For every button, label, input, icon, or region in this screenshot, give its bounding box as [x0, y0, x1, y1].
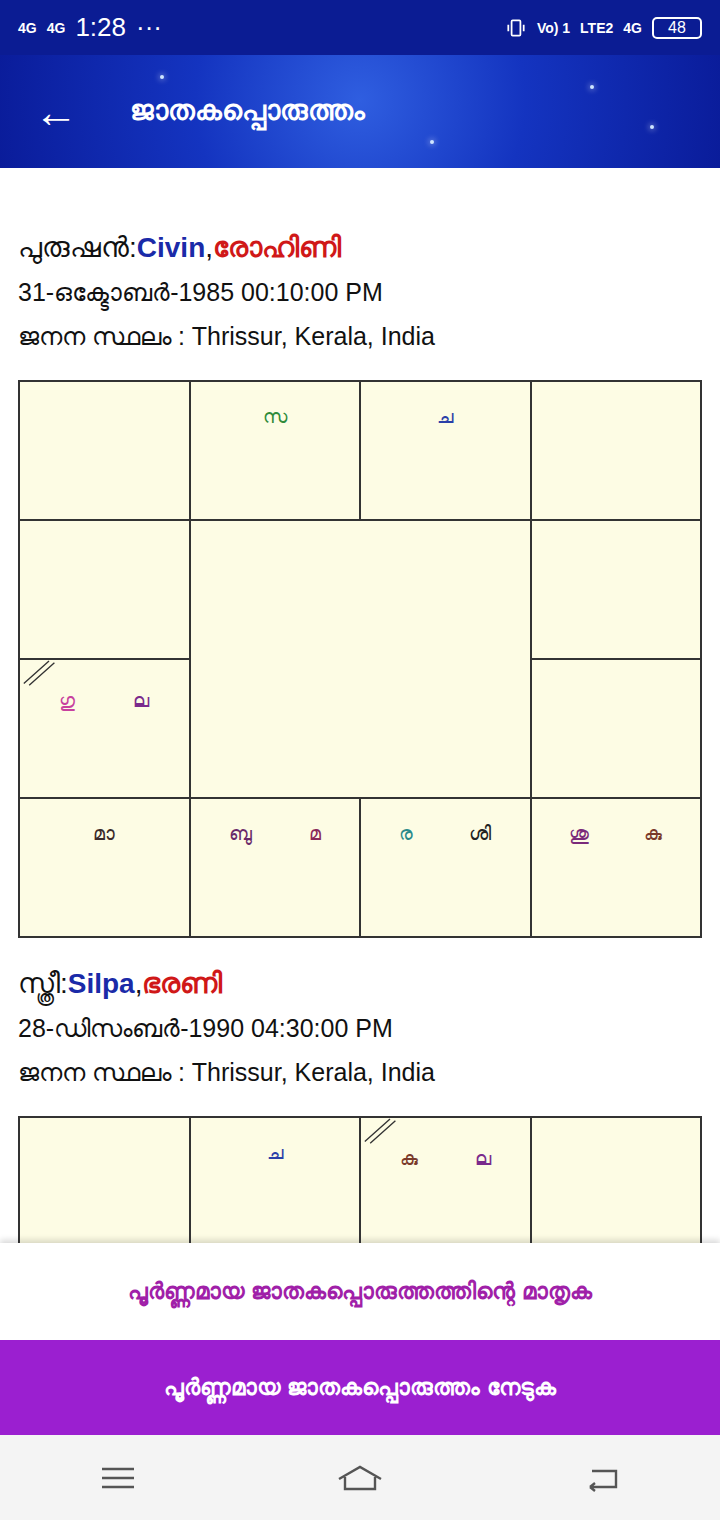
planet-label: ര — [399, 823, 413, 845]
planet-label: ല — [475, 1148, 491, 1170]
chart-house — [19, 1117, 190, 1243]
chart-house — [531, 659, 702, 798]
birth-datetime: 31-ഒക്ടോബർ-1985 00:10:00 PM — [18, 270, 702, 314]
planet-label: ച — [267, 1142, 283, 1164]
lagna-mark-icon — [363, 1118, 399, 1145]
planet-label: സ — [263, 406, 287, 428]
navigation-bar — [0, 1435, 720, 1520]
back-button[interactable]: ← — [30, 87, 82, 137]
chart-house: സ — [190, 381, 361, 520]
chart-house: ര ശി — [360, 798, 531, 937]
network-indicator: 4G — [623, 20, 642, 36]
planet-label: ഗു — [59, 690, 75, 712]
planet-label: കു — [644, 823, 662, 845]
bottom-sheet: പൂർണ്ണമായ ജാതകപ്പൊരുത്തത്തിന്റെ മാതൃക പൂ… — [0, 1243, 720, 1435]
screen: 4G 4G 1:28 ··· Vo) 1 LTE2 4G 48 ← ജാതകപ്പൊര… — [0, 0, 720, 1520]
signal-indicator: 4G — [18, 20, 37, 36]
chart-house — [531, 520, 702, 659]
chart-house: ശു കു — [531, 798, 702, 937]
back-icon[interactable] — [582, 1463, 622, 1493]
app-header: ← ജാതകപ്പൊരുത്തം — [0, 55, 720, 168]
chart-house: ബു മ — [190, 798, 361, 937]
content-area[interactable]: പുരുഷൻ:Civin,രോഹിണി 31-ഒക്ടോബർ-1985 00:1… — [0, 168, 720, 1243]
profile-section: പുരുഷൻ:Civin,രോഹിണി 31-ഒക്ടോബർ-1985 00:1… — [18, 168, 702, 938]
more-indicator: ··· — [136, 12, 162, 43]
lagna-mark-icon — [22, 660, 58, 687]
profile-section: സ്ത്രീ:Silpa,ഭരണി 28-ഡിസംബർ-1990 04:30:0… — [18, 938, 702, 1243]
vibrate-icon — [505, 17, 527, 39]
birth-place: ജനന സ്ഥലം : Thrissur, Kerala, India — [18, 314, 702, 358]
person-line: സ്ത്രീ:Silpa,ഭരണി — [18, 962, 702, 1006]
planet-label: ബു — [229, 823, 252, 845]
chart-house — [19, 520, 190, 659]
page-title: ജാതകപ്പൊരുത്തം — [130, 95, 365, 128]
chart-house: ച — [360, 381, 531, 520]
chart-house — [19, 381, 190, 520]
planet-label: ശി — [469, 823, 491, 845]
planet-label: മ — [309, 823, 321, 845]
planet-label: കു — [400, 1148, 418, 1170]
sample-report-link[interactable]: പൂർണ്ണമായ ജാതകപ്പൊരുത്തത്തിന്റെ മാതൃക — [0, 1243, 720, 1340]
planet-label: മാ — [93, 823, 115, 845]
planet-label: ല — [133, 690, 149, 712]
chart-house — [531, 1117, 702, 1243]
home-icon[interactable] — [335, 1463, 385, 1493]
signal-indicator: 4G — [47, 20, 66, 36]
chart-house — [531, 381, 702, 520]
network-indicator: Vo) 1 — [537, 20, 570, 36]
chart-house: ച — [190, 1117, 361, 1243]
chart-house: മാ — [19, 798, 190, 937]
network-indicator: LTE2 — [580, 20, 613, 36]
birth-place: ജനന സ്ഥലം : Thrissur, Kerala, India — [18, 1050, 702, 1094]
planet-label: ച — [437, 406, 453, 428]
chart-house: കു ല — [360, 1117, 531, 1243]
clock: 1:28 — [75, 12, 126, 43]
person-line: പുരുഷൻ:Civin,രോഹിണി — [18, 226, 702, 270]
get-full-report-button[interactable]: പൂർണ്ണമായ ജാതകപ്പൊരുത്തം നേടുക — [0, 1340, 720, 1435]
menu-icon[interactable] — [98, 1463, 138, 1493]
birth-datetime: 28-ഡിസംബർ-1990 04:30:00 PM — [18, 1006, 702, 1050]
planet-label: ശു — [569, 823, 589, 845]
battery-indicator: 48 — [652, 17, 702, 39]
chart-house: ഗു ല — [19, 659, 190, 798]
status-bar: 4G 4G 1:28 ··· Vo) 1 LTE2 4G 48 — [0, 0, 720, 55]
horoscope-chart: സ ച ഗു ല മാ ബു മ ര ശി ശു കു — [18, 380, 702, 938]
horoscope-chart: ച കു ല — [18, 1116, 702, 1243]
chart-center — [190, 520, 531, 798]
